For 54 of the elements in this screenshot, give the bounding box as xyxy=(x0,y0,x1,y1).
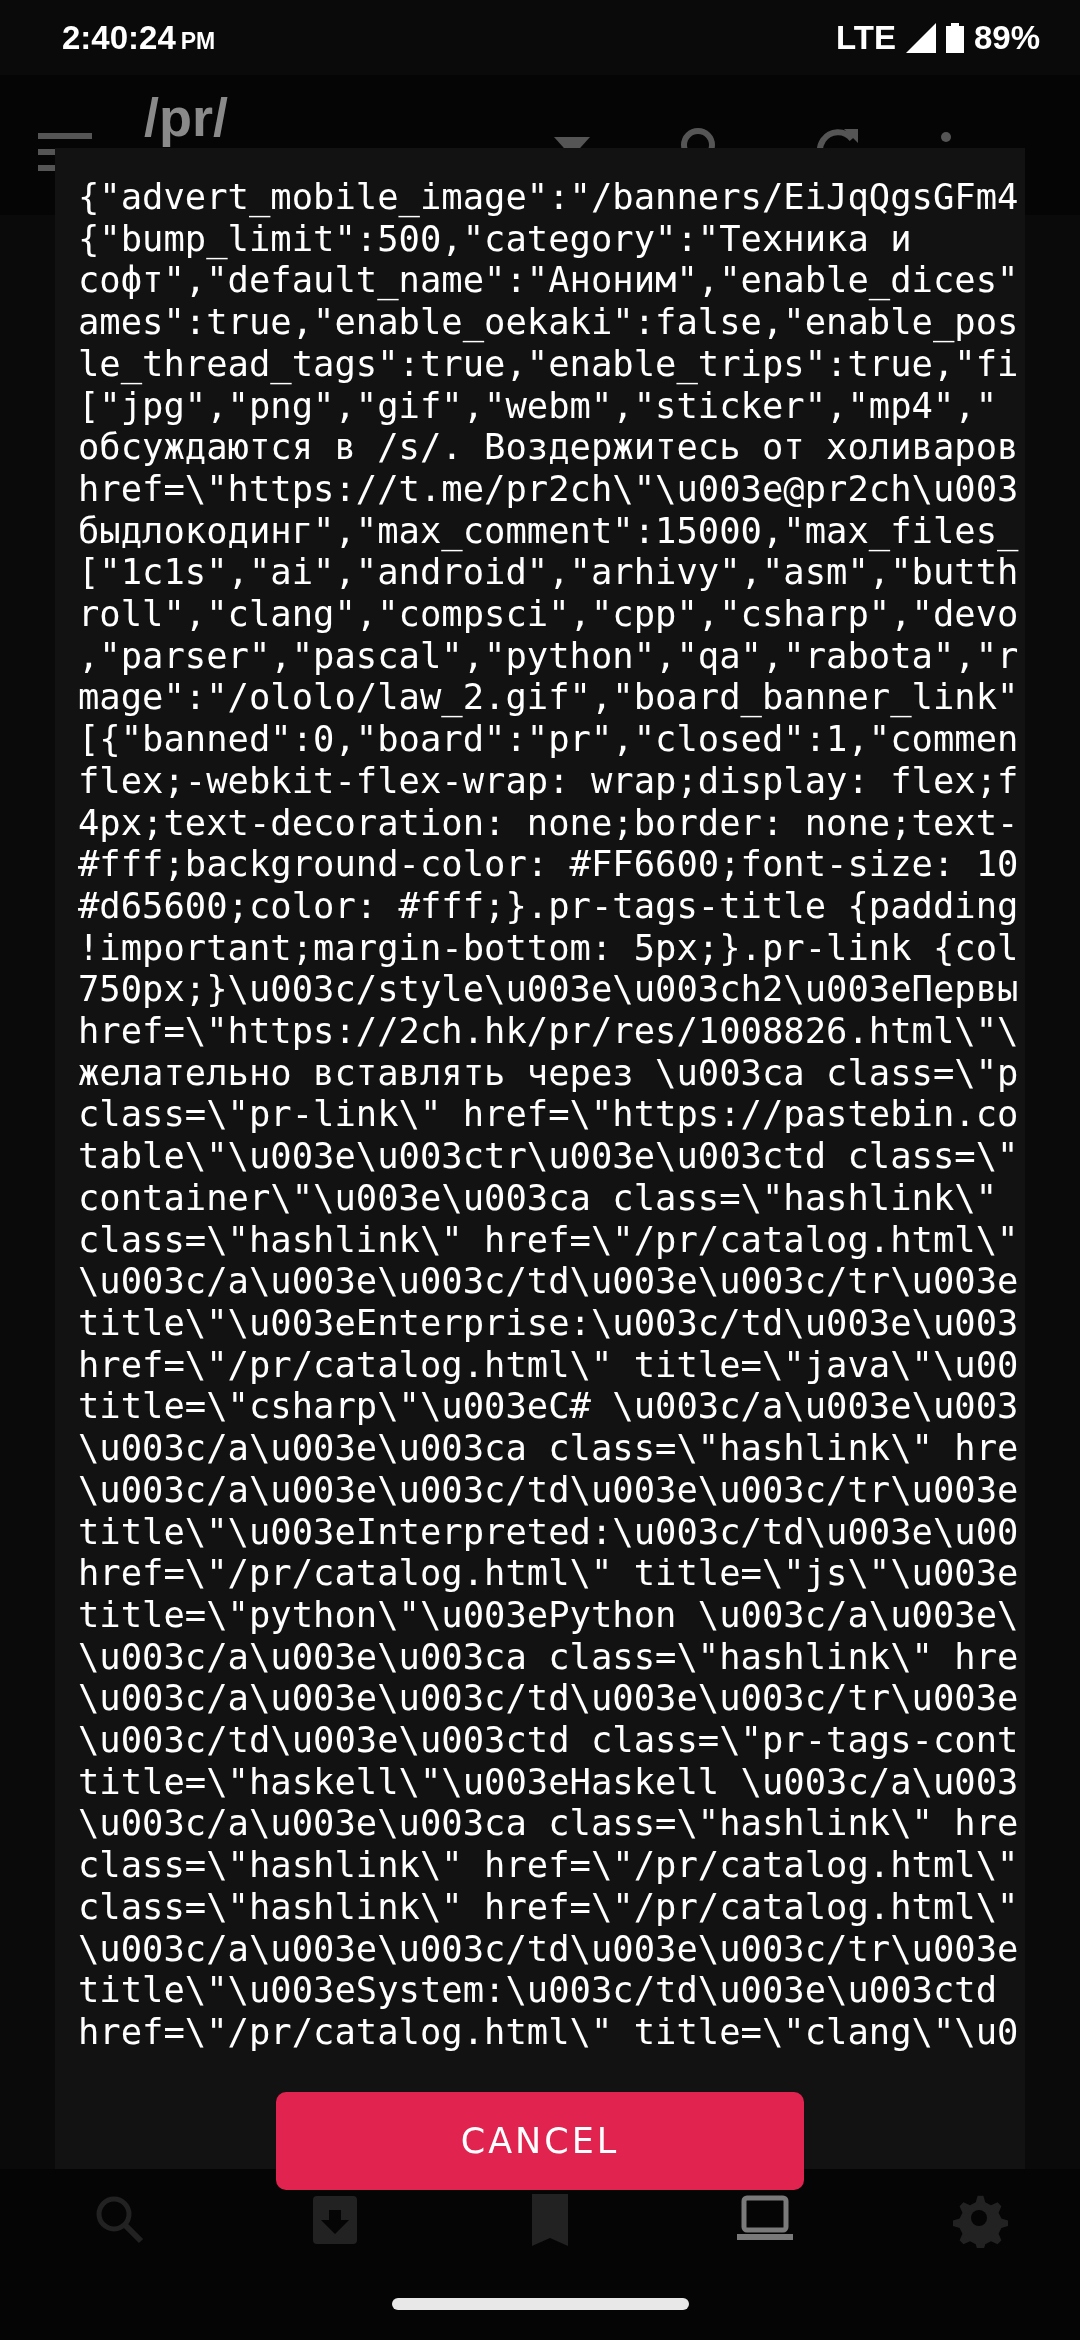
code-line: ames":true,"enable_oekaki":false,"enable_pos xyxy=(78,301,1019,343)
code-line: href=\"/pr/catalog.html\" title=\"clang\"\u0 xyxy=(78,2010,1019,2053)
status-ampm: PM xyxy=(180,27,216,55)
code-line: le_thread_tags":true,"enable_trips":true,"fi xyxy=(78,342,1019,385)
code-line: обсуждаются в /s/. Воздержитесь от холиваров xyxy=(78,426,1019,468)
code-line: href=\"https://t.me/pr2ch\"\u003e@pr2ch\u003 xyxy=(78,467,1019,510)
code-line: #d65600;color: #fff;}.pr-tags-title {padding xyxy=(78,884,1019,927)
code-line: class=\"pr-link\" href=\"https://pastebin.co xyxy=(78,1093,1019,1136)
code-line: title=\"python\"\u003ePython \u003c/a\u003e\ xyxy=(78,1593,1019,1636)
board-title: /pr/ xyxy=(144,89,228,146)
code-line: roll","clang","compsci","cpp","csharp","devo xyxy=(78,593,1019,635)
status-time: 2:40:24 xyxy=(62,18,176,57)
code-line: {"advert_mobile_image":"/banners/EiJqQgsGFm4 xyxy=(78,176,1019,218)
code-line: софт","default_name":"Аноним","enable_dices" xyxy=(78,259,1019,302)
code-line: title=\"csharp\"\u003eC# \u003c/a\u003e\u003 xyxy=(78,1385,1019,1428)
code-line: class=\"hashlink\" href=\"/pr/catalog.html\" xyxy=(78,1844,1019,1886)
code-line: \u003c/a\u003e\u003ca class=\"hashlink\" hre xyxy=(78,1635,1019,1678)
code-line: table\"\u003e\u003ctr\u003e\u003ctd class=\" xyxy=(78,1135,1019,1177)
network-type: LTE xyxy=(836,18,896,57)
code-line: ["jpg","png","gif","webm","sticker","mp4"," xyxy=(78,384,998,427)
code-line: ,"parser","pascal","python","qa","rabota","r xyxy=(78,634,1019,677)
code-line: {"bump_limit":500,"category":"Техника и xyxy=(78,217,912,260)
code-line: \u003c/a\u003e\u003c/td\u003e\u003c/tr\u003e xyxy=(78,1927,1019,1970)
cancel-button[interactable]: CANCEL xyxy=(276,2092,804,2190)
code-line: title\"\u003eInterpreted:\u003c/td\u003e\u00 xyxy=(78,1510,1019,1553)
code-line: title\"\u003eEnterprise:\u003c/td\u003e\u003 xyxy=(78,1302,1019,1344)
code-line: mage":"/ololo/law_2.gif","board_banner_link" xyxy=(78,676,1019,719)
code-line: flex;-webkit-flex-wrap: wrap;display: flex;f xyxy=(78,759,1019,802)
code-line: 4px;text-decoration: none;border: none;text- xyxy=(78,801,1019,844)
code-line: желательно вставлять через \u003ca class=\"p xyxy=(78,1051,1019,1094)
code-line: href=\"https://2ch.hk/pr/res/1008826.html\"\ xyxy=(78,1010,1019,1052)
battery-level: 89% xyxy=(973,18,1040,57)
code-line: \u003c/a\u003e\u003ca class=\"hashlink\" hre xyxy=(78,1427,1019,1469)
signal-icon xyxy=(905,22,936,53)
code-line: 750px;}\u003c/style\u003e\u003ch2\u003eПервы xyxy=(78,968,1019,1011)
code-line: \u003c/a\u003e\u003ca class=\"hashlink\" hre xyxy=(78,1802,1019,1845)
code-line: title\"\u003eSystem:\u003c/td\u003e\u003ctd xyxy=(78,1969,998,2011)
code-line: title=\"haskell\"\u003eHaskell \u003c/a\u003 xyxy=(78,1760,1019,1803)
code-line: \u003c/a\u003e\u003c/td\u003e\u003c/tr\u003e xyxy=(78,1260,1019,1302)
code-line: [{"banned":0,"board":"pr","closed":1,"commen xyxy=(78,718,1019,760)
code-line: #fff;background-color: #FF6600;font-size: 10 xyxy=(78,843,1019,885)
home-indicator[interactable] xyxy=(391,2298,689,2310)
code-line: href=\"/pr/catalog.html\" title=\"java\"\u00 xyxy=(78,1343,1019,1386)
battery-icon xyxy=(945,22,964,53)
code-line: !important;margin-bottom: 5px;}.pr-link {col xyxy=(78,926,1019,969)
code-line: быдлокодинг","max_comment":15000,"max_files_ xyxy=(78,509,1019,552)
code-line: class=\"hashlink\" href=\"/pr/catalog.html\" xyxy=(78,1885,1019,1928)
code-line: \u003c/a\u003e\u003c/td\u003e\u003c/tr\u003e xyxy=(78,1677,1019,1719)
code-line: class=\"hashlink\" href=\"/pr/catalog.html\" xyxy=(78,1218,1019,1261)
code-line: ["1c1s","ai","android","arhivy","asm","butth xyxy=(78,551,1019,594)
code-line: href=\"/pr/catalog.html\" title=\"js\"\u003e xyxy=(78,1552,1019,1594)
code-line: \u003c/td\u003e\u003ctd class=\"pr-tags-cont xyxy=(78,1719,1019,1761)
code-line: \u003c/a\u003e\u003c/td\u003e\u003c/tr\u003e xyxy=(78,1468,1019,1511)
code-line: container\"\u003e\u003ca class=\"hashlink\" xyxy=(78,1176,998,1219)
